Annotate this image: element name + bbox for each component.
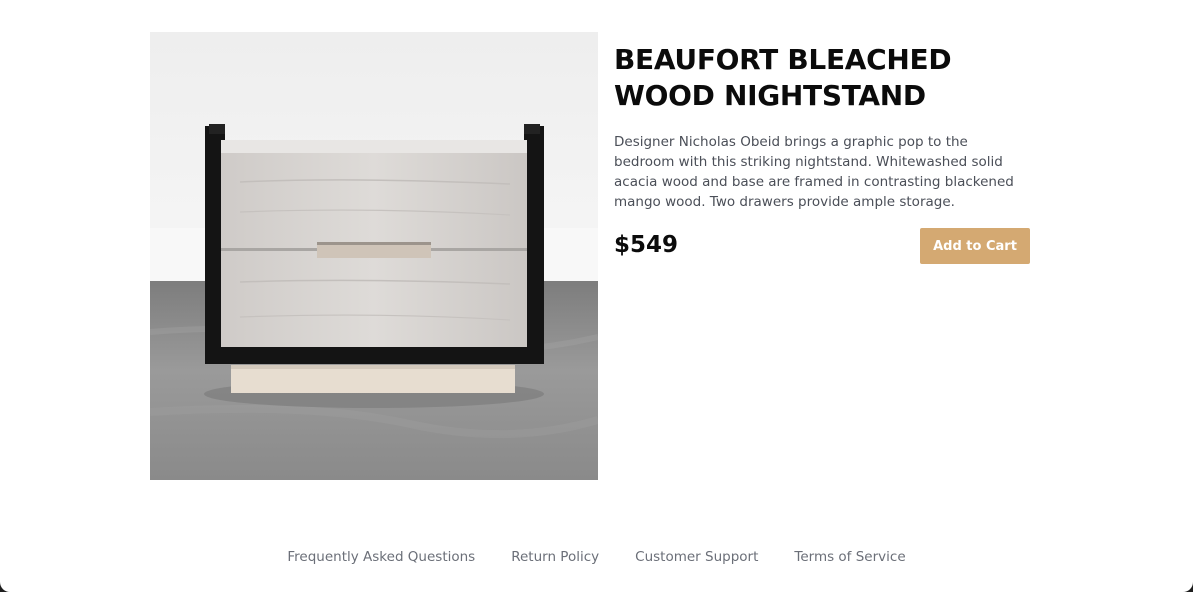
product-title: BEAUFORT BLEACHED WOOD NIGHTSTAND: [614, 43, 952, 112]
product-description: Designer Nicholas Obeid brings a graphic…: [614, 134, 1014, 210]
product-section: BEAUFORT BLEACHED WOOD NIGHTSTAND Design…: [150, 32, 1030, 480]
footer-nav: Frequently Asked Questions Return Policy…: [0, 546, 1193, 570]
product-price: $549: [614, 232, 679, 258]
purchase-row: $549 Add to Cart: [614, 228, 1030, 264]
nightstand-photo: [150, 32, 598, 480]
drawer-top: [221, 153, 527, 249]
drawer-bottom: [221, 250, 527, 347]
footer-link-return-policy[interactable]: Return Policy: [511, 546, 599, 568]
footer-link-customer-support[interactable]: Customer Support: [635, 546, 758, 568]
footer-link-terms-of-service[interactable]: Terms of Service: [794, 546, 905, 568]
nightstand-base: [231, 365, 515, 393]
product-info: BEAUFORT BLEACHED WOOD NIGHTSTAND Design…: [614, 32, 1030, 264]
top-surface: [221, 140, 527, 154]
product-image: [150, 32, 598, 480]
footer-link-faq[interactable]: Frequently Asked Questions: [287, 546, 475, 568]
add-to-cart-button[interactable]: Add to Cart: [920, 228, 1030, 264]
page: BEAUFORT BLEACHED WOOD NIGHTSTAND Design…: [0, 0, 1193, 592]
